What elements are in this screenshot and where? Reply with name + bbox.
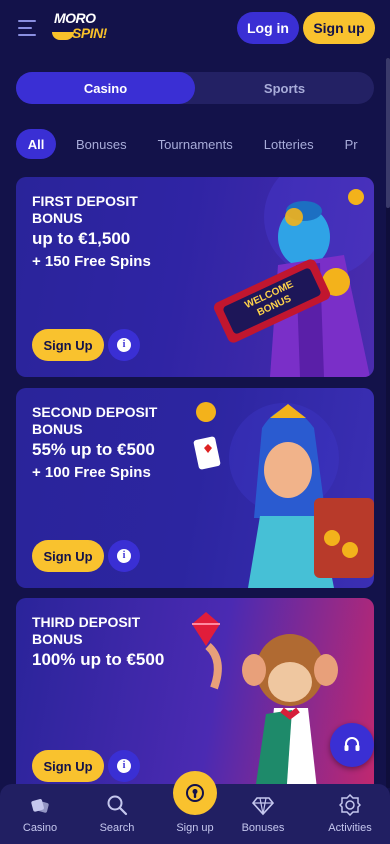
keyhole-icon: [186, 784, 204, 802]
nav-casino[interactable]: Casino: [5, 794, 75, 840]
category-tabs: All Bonuses Tournaments Lotteries Pr: [16, 128, 390, 160]
tab-casino[interactable]: Casino: [16, 72, 195, 104]
category-promotions[interactable]: Pr: [345, 137, 358, 152]
nav-signup-button[interactable]: [173, 771, 217, 815]
card-title: FIRST DEPOSIT BONUS: [32, 193, 138, 226]
category-lotteries[interactable]: Lotteries: [264, 137, 314, 152]
monkey-illustration: [192, 612, 338, 798]
tab-sports[interactable]: Sports: [195, 72, 374, 104]
category-tournaments[interactable]: Tournaments: [158, 137, 233, 152]
category-all[interactable]: All: [16, 129, 56, 159]
logo[interactable]: MORO SPIN!: [52, 10, 116, 46]
info-icon: i: [117, 759, 131, 773]
card-signup-button[interactable]: Sign Up: [32, 540, 104, 572]
casino-sports-switch: Casino Sports: [16, 72, 374, 104]
nav-label: Casino: [22, 822, 58, 834]
category-bonuses[interactable]: Bonuses: [76, 137, 127, 152]
headset-icon: [344, 737, 360, 751]
search-icon: [107, 795, 128, 816]
badge-icon: [339, 794, 361, 816]
bonus-card-third[interactable]: THIRD DEPOSIT BONUS 100% up to €500 Sign…: [16, 598, 374, 798]
nav-label: Bonuses: [241, 822, 285, 834]
nav-search[interactable]: Search: [82, 794, 152, 840]
nav-activities[interactable]: Activities: [315, 794, 385, 840]
card-title: SECOND DEPOSIT BONUS: [32, 404, 158, 437]
card-amount: up to €1,500: [32, 229, 131, 248]
nav-bonuses[interactable]: Bonuses: [228, 794, 298, 840]
dice-icon: [31, 799, 49, 813]
nav-label: Activities: [328, 822, 372, 834]
card-amount: 100% up to €500: [32, 650, 165, 669]
card-amount: 55% up to €500: [32, 440, 155, 459]
genie-illustration: WELCOMEBONUS: [213, 177, 374, 377]
info-button[interactable]: i: [108, 329, 140, 361]
app-screen: MORO SPIN! Log in Sign up Casino Sports …: [0, 0, 390, 844]
bonus-card-first[interactable]: WELCOMEBONUS FIRST DEPOSIT BONUS up to €…: [16, 177, 374, 377]
diamond-icon: [252, 797, 274, 816]
signup-button[interactable]: Sign up: [303, 12, 375, 44]
card-extra: + 150 Free Spins: [32, 253, 151, 270]
card-extra: + 100 Free Spins: [32, 464, 151, 481]
login-button[interactable]: Log in: [237, 12, 299, 44]
logo-text-bottom: SPIN!: [72, 25, 107, 41]
bonus-card-second[interactable]: SECOND DEPOSIT BONUS 55% up to €500 + 10…: [16, 388, 374, 588]
card-title: THIRD DEPOSIT BONUS: [32, 614, 141, 647]
nav-label: Search: [99, 822, 135, 834]
info-button[interactable]: i: [108, 540, 140, 572]
card-signup-button[interactable]: Sign Up: [32, 329, 104, 361]
info-icon: i: [117, 338, 131, 352]
info-button[interactable]: i: [108, 750, 140, 782]
info-icon: i: [117, 549, 131, 563]
menu-icon[interactable]: [18, 20, 38, 36]
card-signup-button[interactable]: Sign Up: [32, 750, 104, 782]
support-button[interactable]: [330, 723, 374, 767]
top-header: MORO SPIN! Log in Sign up: [0, 0, 390, 56]
logo-text-top: MORO: [54, 10, 96, 26]
princess-illustration: [193, 402, 374, 588]
lamp-icon: [52, 32, 74, 40]
nav-signup-label[interactable]: Sign up: [160, 822, 230, 834]
